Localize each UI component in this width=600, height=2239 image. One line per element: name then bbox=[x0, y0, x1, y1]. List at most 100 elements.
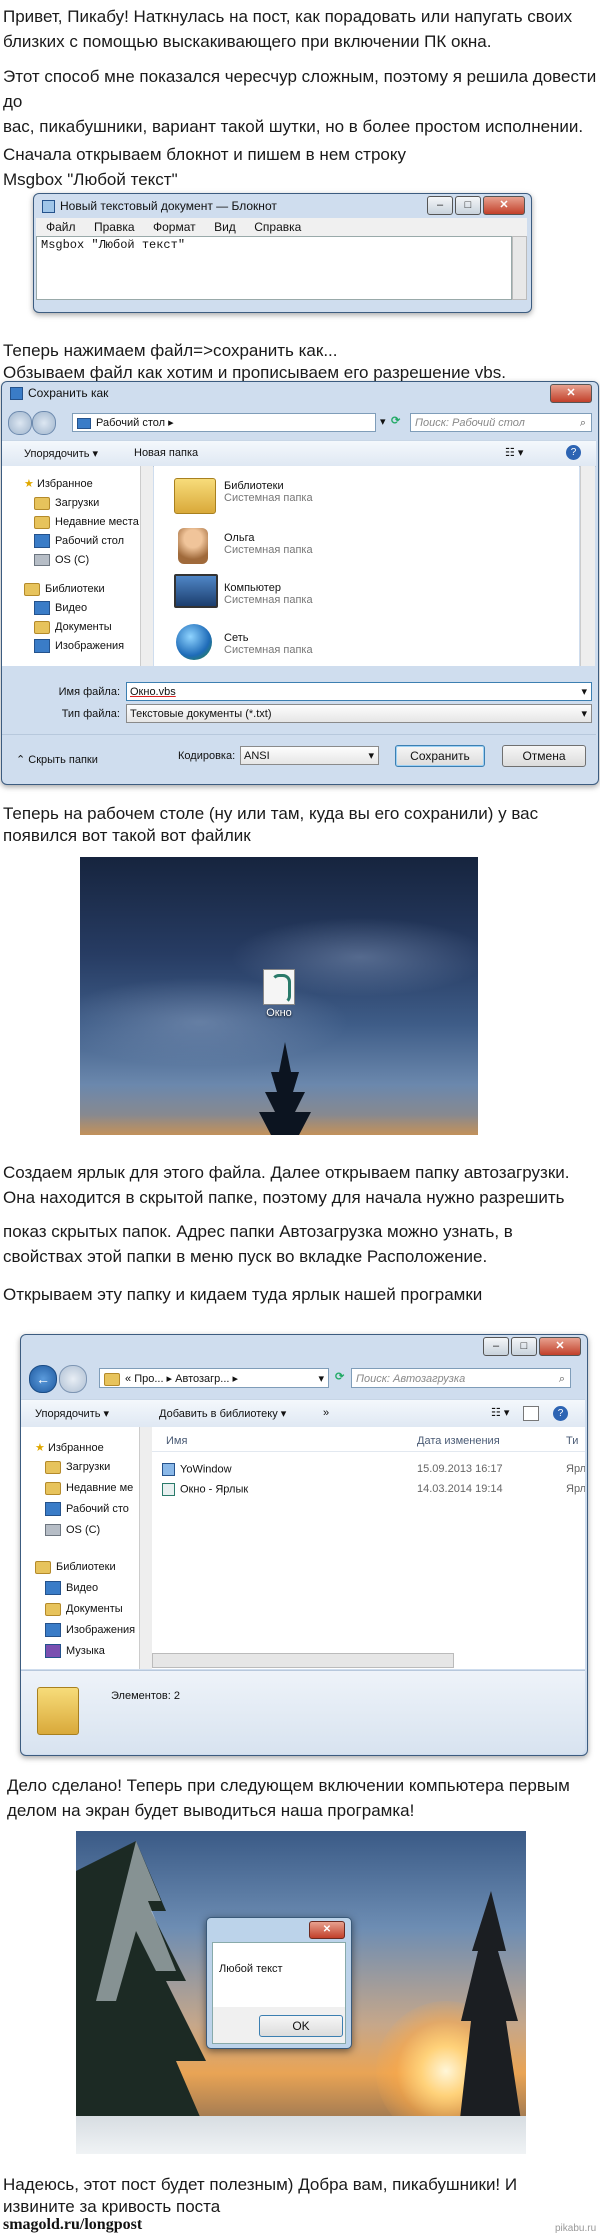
menu-view[interactable]: Вид bbox=[214, 220, 236, 234]
menu-help[interactable]: Справка bbox=[254, 220, 301, 234]
filetype-select[interactable]: Текстовые документы (*.txt) ▾ bbox=[126, 704, 592, 723]
hide-folders-button[interactable]: ⌃ Скрыть папки bbox=[16, 753, 98, 766]
column-header-date[interactable]: Дата изменения bbox=[417, 1435, 500, 1447]
step-line: Сначала открываем блокнот и пишем в нем … bbox=[3, 145, 407, 164]
sidebar-item-libraries[interactable]: Библиотеки bbox=[24, 580, 140, 599]
view-icon[interactable]: ☷ ▾ bbox=[505, 446, 523, 459]
step-line: Она находится в скрытой папке, поэтому д… bbox=[3, 1188, 565, 1207]
notepad-scrollbar[interactable] bbox=[512, 236, 527, 300]
notepad-text-area[interactable]: Msgbox "Любой текст" bbox=[36, 236, 512, 300]
help-icon[interactable]: ? bbox=[553, 1406, 568, 1421]
menu-file[interactable]: Файл bbox=[46, 220, 76, 234]
list-item[interactable]: Сеть Системная папка bbox=[224, 632, 313, 656]
search-input[interactable]: Поиск: Автозагрузка ⌕ bbox=[351, 1368, 571, 1388]
computer-icon bbox=[174, 574, 218, 608]
column-header-type[interactable]: Ти bbox=[566, 1435, 578, 1447]
refresh-icon[interactable]: ⟳ bbox=[335, 1370, 344, 1383]
address-bar[interactable]: « Про... ▸ Автозагр... ▸ ▾ bbox=[99, 1368, 329, 1388]
list-scrollbar[interactable] bbox=[580, 466, 595, 666]
close-button[interactable]: ✕ bbox=[550, 384, 592, 403]
sidebar-scrollbar[interactable] bbox=[139, 1427, 152, 1669]
vbs-file-shortcut[interactable]: Окно bbox=[257, 969, 301, 1027]
sidebar-item-recent[interactable]: Недавние ме bbox=[35, 1479, 139, 1500]
sidebar-item-documents[interactable]: Документы bbox=[24, 618, 140, 637]
list-item[interactable]: Ольга Системная папка bbox=[224, 532, 313, 556]
refresh-icon[interactable]: ⟳ bbox=[391, 414, 400, 427]
organize-button[interactable]: Упорядочить ▾ bbox=[24, 447, 98, 460]
list-item[interactable]: Библиотеки Системная папка bbox=[224, 480, 313, 504]
minimize-button[interactable]: – bbox=[427, 196, 453, 215]
horizontal-scrollbar[interactable] bbox=[152, 1653, 454, 1668]
sidebar: ★ Избранное Загрузки Недавние места Рабо… bbox=[2, 466, 140, 666]
sidebar-item-drive[interactable]: OS (C) bbox=[35, 1521, 139, 1542]
desktop-background: Окно bbox=[80, 857, 478, 1135]
sidebar-item-music[interactable]: Музыка bbox=[35, 1642, 139, 1663]
menu-format[interactable]: Формат bbox=[153, 220, 196, 234]
watermark-site: pikabu.ru bbox=[555, 2223, 597, 2234]
back-button[interactable]: ← bbox=[29, 1365, 57, 1393]
sidebar-item-recent[interactable]: Недавние места bbox=[24, 513, 140, 532]
column-header-name[interactable]: Имя bbox=[166, 1435, 187, 1447]
close-button[interactable]: ✕ bbox=[483, 196, 525, 215]
tree-silhouette bbox=[456, 1891, 526, 2154]
forward-button[interactable] bbox=[32, 411, 56, 435]
table-row[interactable]: YoWindow 15.09.2013 16:17 Ярл bbox=[162, 1463, 585, 1476]
ok-button[interactable]: OK bbox=[259, 2015, 343, 2037]
encoding-select[interactable]: ANSI ▾ bbox=[240, 746, 379, 765]
save-button[interactable]: Сохранить bbox=[395, 745, 485, 767]
documents-icon bbox=[45, 1602, 61, 1616]
libraries-icon bbox=[174, 478, 216, 514]
close-button[interactable]: ✕ bbox=[539, 1337, 581, 1356]
preview-pane-icon[interactable] bbox=[523, 1406, 539, 1421]
sidebar-item-downloads[interactable]: Загрузки bbox=[35, 1458, 139, 1479]
back-button[interactable] bbox=[8, 411, 32, 435]
drive-icon bbox=[34, 554, 50, 567]
message-box: ✕ Любой текст OK bbox=[206, 1917, 352, 2049]
outro-line: извините за кривость поста bbox=[3, 2197, 221, 2216]
sidebar-item-images[interactable]: Изображения bbox=[24, 637, 140, 656]
explorer-window: – □ ✕ ← « Про... ▸ Автозагр... ▸ ▾ ⟳ Поиск… bbox=[20, 1334, 588, 1756]
cancel-button[interactable]: Отмена bbox=[502, 745, 586, 767]
maximize-button[interactable]: □ bbox=[455, 196, 481, 215]
sidebar-item-documents[interactable]: Документы bbox=[35, 1600, 139, 1621]
help-icon[interactable]: ? bbox=[566, 445, 581, 460]
chevron-down-icon: ▾ bbox=[318, 1373, 324, 1385]
sidebar-item-drive[interactable]: OS (C) bbox=[24, 551, 140, 570]
search-input[interactable]: Поиск: Рабочий стол ⌕ bbox=[410, 413, 592, 432]
sidebar-item-downloads[interactable]: Загрузки bbox=[24, 494, 140, 513]
list-item[interactable]: Компьютер Системная папка bbox=[224, 582, 313, 606]
chevron-down-icon[interactable]: ▾ bbox=[380, 415, 386, 428]
sidebar-scrollbar[interactable] bbox=[140, 466, 153, 666]
minimize-button[interactable]: – bbox=[483, 1337, 509, 1356]
desktop-icon bbox=[34, 534, 50, 549]
sidebar-item-video[interactable]: Видео bbox=[24, 599, 140, 618]
add-to-library-button[interactable]: Добавить в библиотеку ▾ bbox=[159, 1407, 286, 1420]
sidebar-item-favorites[interactable]: ★ Избранное bbox=[24, 475, 140, 494]
sidebar-item-favorites[interactable]: ★ Избранное bbox=[35, 1439, 139, 1458]
window-controls: ✕ bbox=[550, 384, 592, 403]
maximize-button[interactable]: □ bbox=[511, 1337, 537, 1356]
organize-button[interactable]: Упорядочить ▾ bbox=[35, 1407, 109, 1420]
details-pane: Элементов: 2 bbox=[21, 1670, 585, 1754]
table-row[interactable]: Окно - Ярлык 14.03.2014 19:14 Ярл bbox=[162, 1483, 585, 1496]
sidebar-item-images[interactable]: Изображения bbox=[35, 1621, 139, 1642]
sidebar-item-desktop[interactable]: Рабочий стол bbox=[24, 532, 140, 551]
filename-input[interactable]: Окно.vbs ▾ bbox=[126, 682, 592, 701]
sidebar-item-libraries[interactable]: Библиотеки bbox=[35, 1558, 139, 1579]
forward-button[interactable] bbox=[59, 1365, 87, 1393]
sidebar: ★ Избранное Загрузки Недавние ме Рабочий… bbox=[21, 1427, 139, 1669]
close-button[interactable]: ✕ bbox=[309, 1921, 345, 1939]
more-button[interactable]: » bbox=[323, 1407, 329, 1419]
intro-text: Привет, Пикабу! Наткнулась на пост, как … bbox=[3, 4, 600, 139]
sidebar-item-desktop[interactable]: Рабочий сто bbox=[35, 1500, 139, 1521]
images-icon bbox=[34, 639, 50, 654]
sidebar-item-video[interactable]: Видео bbox=[35, 1579, 139, 1600]
step-line: делом на экран будет выводиться наша про… bbox=[7, 1801, 415, 1820]
menu-edit[interactable]: Правка bbox=[94, 220, 135, 234]
new-folder-button[interactable]: Новая папка bbox=[134, 447, 198, 459]
step-line: Теперь нажимаем файл=>сохранить как... bbox=[3, 341, 338, 360]
folder-icon bbox=[104, 1372, 120, 1386]
view-icon[interactable]: ☷ ▾ bbox=[491, 1406, 509, 1419]
folder-icon bbox=[45, 1481, 61, 1495]
address-bar[interactable]: Рабочий стол ▸ bbox=[72, 413, 376, 432]
